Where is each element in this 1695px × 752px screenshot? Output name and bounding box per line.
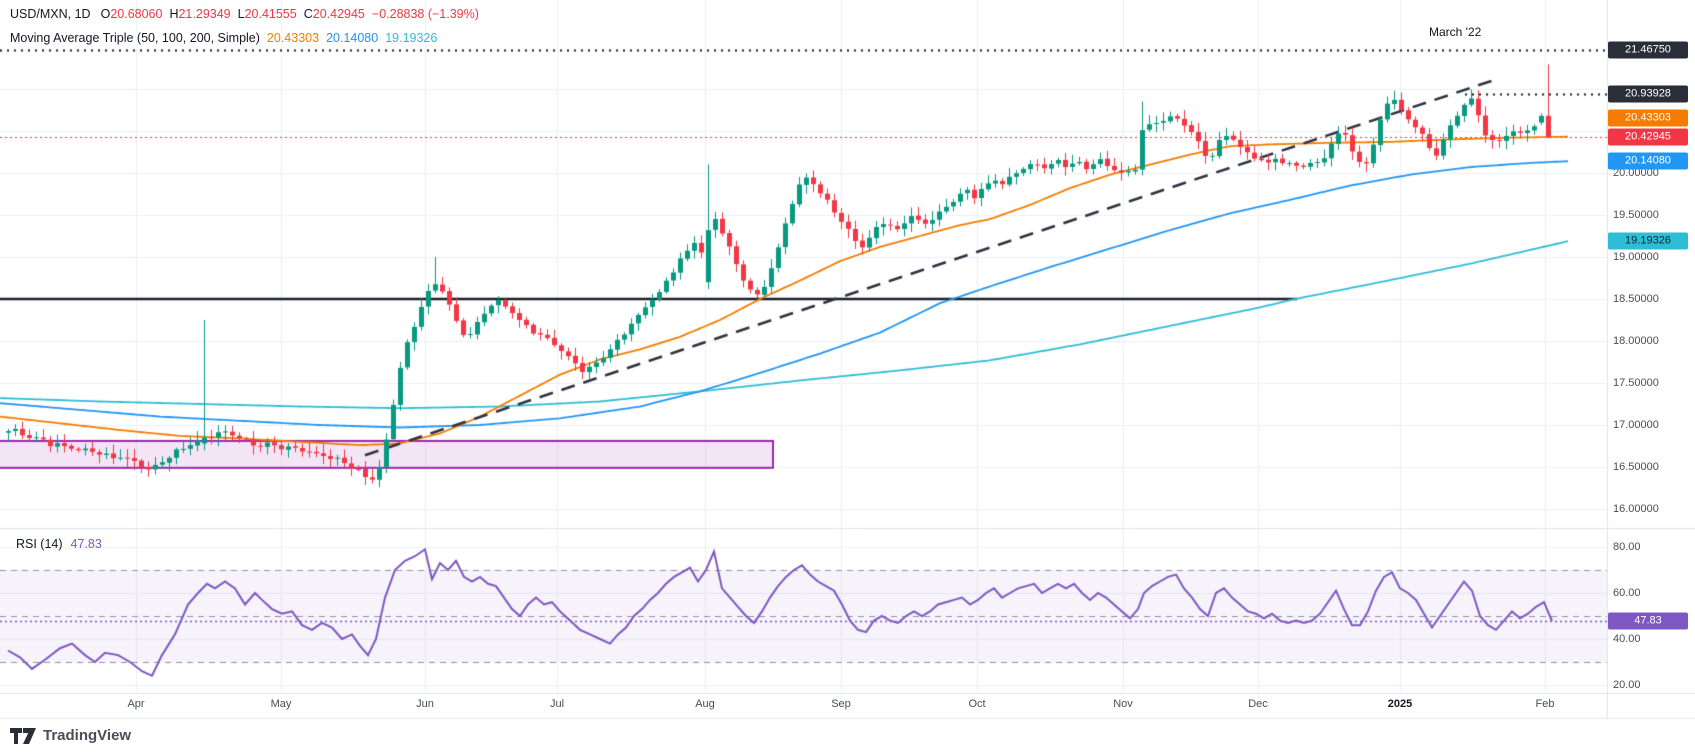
symbol-legend[interactable]: USD/MXN, 1D O20.68060 H21.29349 L20.41555 C2… (10, 7, 479, 21)
bottom-bar: TradingView (0, 719, 1695, 752)
ma-value-0: 20.43303 (267, 31, 319, 45)
time-axis-label-aug: Aug (695, 698, 715, 710)
price-axis-label: 17.50000 (1613, 377, 1659, 389)
price-axis-label: 17.00000 (1613, 419, 1659, 431)
tradingview-watermark[interactable]: TradingView (43, 727, 131, 744)
rsi-axis-label: 60.00 (1613, 587, 1641, 599)
ma-values: 20.43303 20.14080 19.19326 (260, 31, 437, 45)
price-axis-label: 18.50000 (1613, 293, 1659, 305)
time-axis-label-dec: Dec (1248, 698, 1268, 710)
ma-value-2: 19.19326 (385, 31, 437, 45)
rsi-axis-label: 80.00 (1613, 541, 1641, 553)
rsi-title: RSI (14) (16, 537, 63, 551)
price-badge: 21.46750 (1608, 42, 1688, 59)
time-axis-label-nov: Nov (1113, 698, 1133, 710)
tradingview-logo-icon[interactable] (10, 728, 36, 744)
ohlc-values: O20.68060 H21.29349 L20.41555 C20.42945 (101, 7, 372, 21)
ohlc-h: H21.29349 (169, 7, 230, 21)
time-axis-label-2025: 2025 (1388, 698, 1412, 710)
march-22-annotation: March '22 (1429, 25, 1481, 39)
time-axis-label-jun: Jun (416, 698, 434, 710)
price-axis-label: 19.00000 (1613, 251, 1659, 263)
time-axis-label-oct: Oct (968, 698, 985, 710)
ohlc-o: O20.68060 (101, 7, 163, 21)
price-axis-label: 16.50000 (1613, 461, 1659, 473)
time-axis-label-apr: Apr (127, 698, 144, 710)
price-badge: 19.19326 (1608, 233, 1688, 250)
time-axis-label-feb: Feb (1536, 698, 1555, 710)
rsi-axis-label: 20.00 (1613, 679, 1641, 691)
chart-window: USD/MXN, 1D O20.68060 H21.29349 L20.41555 C2… (0, 0, 1695, 752)
price-axis-label: 18.00000 (1613, 335, 1659, 347)
chart-canvas[interactable] (0, 0, 1695, 752)
indicator-legend[interactable]: Moving Average Triple (50, 100, 200, Sim… (10, 31, 441, 45)
rsi-legend[interactable]: RSI (14) 47.83 (16, 537, 102, 551)
symbol-title: USD/MXN, 1D (10, 7, 91, 21)
time-axis-label-jul: Jul (550, 698, 564, 710)
time-axis-label-may: May (271, 698, 292, 710)
ohlc-c: C20.42945 (304, 7, 365, 21)
ohlc-l: L20.41555 (238, 7, 297, 21)
ma-value-1: 20.14080 (326, 31, 378, 45)
price-axis-label: 19.50000 (1613, 209, 1659, 221)
price-badge: 20.14080 (1608, 153, 1688, 170)
price-badge: 47.83 (1608, 613, 1688, 630)
price-badge: 20.42945 (1608, 129, 1688, 146)
change-value: −0.28838 (−1.39%) (372, 7, 479, 21)
price-axis-label: 16.00000 (1613, 503, 1659, 515)
rsi-axis-label: 40.00 (1613, 633, 1641, 645)
price-badge: 20.93928 (1608, 86, 1688, 103)
time-axis-label-sep: Sep (831, 698, 851, 710)
rsi-value: 47.83 (71, 537, 102, 551)
indicator-title: Moving Average Triple (50, 100, 200, Sim… (10, 31, 260, 45)
price-badge: 20.43303 (1608, 110, 1688, 127)
